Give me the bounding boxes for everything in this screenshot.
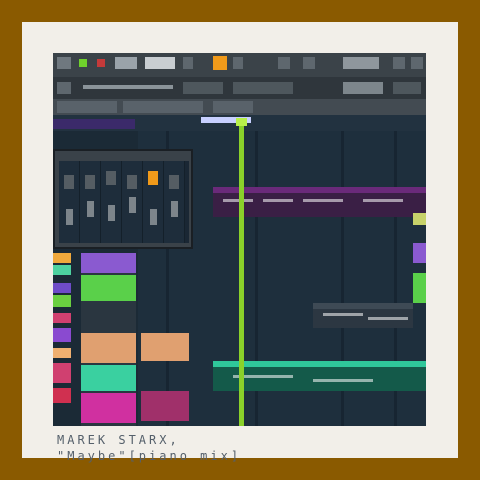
tool-button[interactable] <box>57 82 71 94</box>
browser-tab[interactable] <box>57 101 117 113</box>
volume-fader[interactable] <box>108 205 115 221</box>
pattern-block[interactable] <box>81 365 136 391</box>
clip-note <box>363 199 403 202</box>
channel-swatch[interactable] <box>413 243 426 263</box>
pattern-clip[interactable] <box>213 361 426 391</box>
channel-swatch[interactable] <box>53 363 71 383</box>
track-header[interactable] <box>53 119 135 129</box>
volume-fader[interactable] <box>150 209 157 225</box>
mixer-channel[interactable] <box>143 161 164 243</box>
pattern-clip[interactable] <box>213 187 426 217</box>
clip-header <box>213 187 426 193</box>
mixer-icon[interactable] <box>278 57 290 69</box>
mixer-channel[interactable] <box>122 161 143 243</box>
master-volume-slider[interactable] <box>83 85 173 89</box>
pan-knob[interactable] <box>148 171 158 185</box>
pattern-clip[interactable] <box>141 333 189 361</box>
clip-note <box>303 199 343 202</box>
channel-swatch[interactable] <box>53 283 71 293</box>
mixer-channel[interactable] <box>80 161 101 243</box>
pattern-column <box>81 253 136 426</box>
mixer-strips <box>59 161 189 243</box>
tool-button[interactable] <box>303 57 315 69</box>
tool-button[interactable] <box>393 57 405 69</box>
mixer-channel[interactable] <box>101 161 122 243</box>
channel-swatch[interactable] <box>53 388 71 403</box>
pattern-block[interactable] <box>81 393 136 423</box>
channel-colour-column <box>53 253 71 426</box>
pattern-clip[interactable] <box>313 303 413 328</box>
clip-note <box>323 313 363 316</box>
album-cover-border: MAREK STARX, "Maybe"[piano mix] <box>0 0 480 480</box>
pan-knob[interactable] <box>127 175 137 189</box>
tool-button[interactable] <box>233 82 293 94</box>
pattern-block[interactable] <box>81 253 136 273</box>
clip-header <box>213 361 426 367</box>
mixer-channel[interactable] <box>59 161 80 243</box>
tool-button[interactable] <box>343 82 383 94</box>
tool-button[interactable] <box>233 57 243 69</box>
track-title: "Maybe"[piano mix] <box>57 449 242 463</box>
toolbar-row-3 <box>53 99 426 115</box>
channel-swatch[interactable] <box>53 265 71 275</box>
browser-tab[interactable] <box>123 101 203 113</box>
pan-knob[interactable] <box>169 175 179 189</box>
pattern-clip[interactable] <box>141 391 189 421</box>
menu-button[interactable] <box>57 57 71 69</box>
volume-fader[interactable] <box>87 201 94 217</box>
tool-button[interactable] <box>183 82 223 94</box>
tool-button[interactable] <box>183 57 193 69</box>
pan-knob[interactable] <box>85 175 95 189</box>
pattern-block[interactable] <box>81 275 136 301</box>
right-edge-clips <box>413 213 426 308</box>
toolbar-row-2 <box>53 77 426 99</box>
mixer-window[interactable] <box>53 149 193 249</box>
pan-knob[interactable] <box>106 171 116 185</box>
clip-note <box>313 379 373 382</box>
clip-header <box>313 303 413 309</box>
channel-swatch[interactable] <box>53 348 71 358</box>
channel-swatch[interactable] <box>413 273 426 303</box>
playhead-marker[interactable] <box>236 118 247 126</box>
channel-swatch[interactable] <box>53 313 71 323</box>
clip-note <box>223 199 253 202</box>
artist-name: MAREK STARX, <box>57 433 180 447</box>
channel-swatch[interactable] <box>53 295 71 307</box>
play-icon[interactable] <box>79 59 87 67</box>
volume-fader[interactable] <box>129 197 136 213</box>
tool-button[interactable] <box>411 57 423 69</box>
daw-toolbar <box>53 53 426 115</box>
time-display <box>145 57 175 69</box>
clip-note <box>263 199 293 202</box>
pattern-icon[interactable] <box>213 56 227 70</box>
playhead[interactable] <box>239 118 244 426</box>
volume-fader[interactable] <box>66 209 73 225</box>
volume-fader[interactable] <box>171 201 178 217</box>
tool-button[interactable] <box>393 82 421 94</box>
channel-swatch[interactable] <box>53 328 71 342</box>
clip-note <box>368 317 408 320</box>
cover-caption: MAREK STARX, "Maybe"[piano mix] <box>57 432 357 464</box>
channel-swatch[interactable] <box>53 253 71 263</box>
browser-tab[interactable] <box>213 101 253 113</box>
mixer-channel[interactable] <box>164 161 185 243</box>
cpu-meter <box>343 57 379 69</box>
record-icon[interactable] <box>97 59 105 67</box>
channel-swatch[interactable] <box>413 213 426 225</box>
pan-knob[interactable] <box>64 175 74 189</box>
tempo-display[interactable] <box>115 57 137 69</box>
daw-screenshot <box>53 53 426 426</box>
pattern-block[interactable] <box>81 333 136 363</box>
